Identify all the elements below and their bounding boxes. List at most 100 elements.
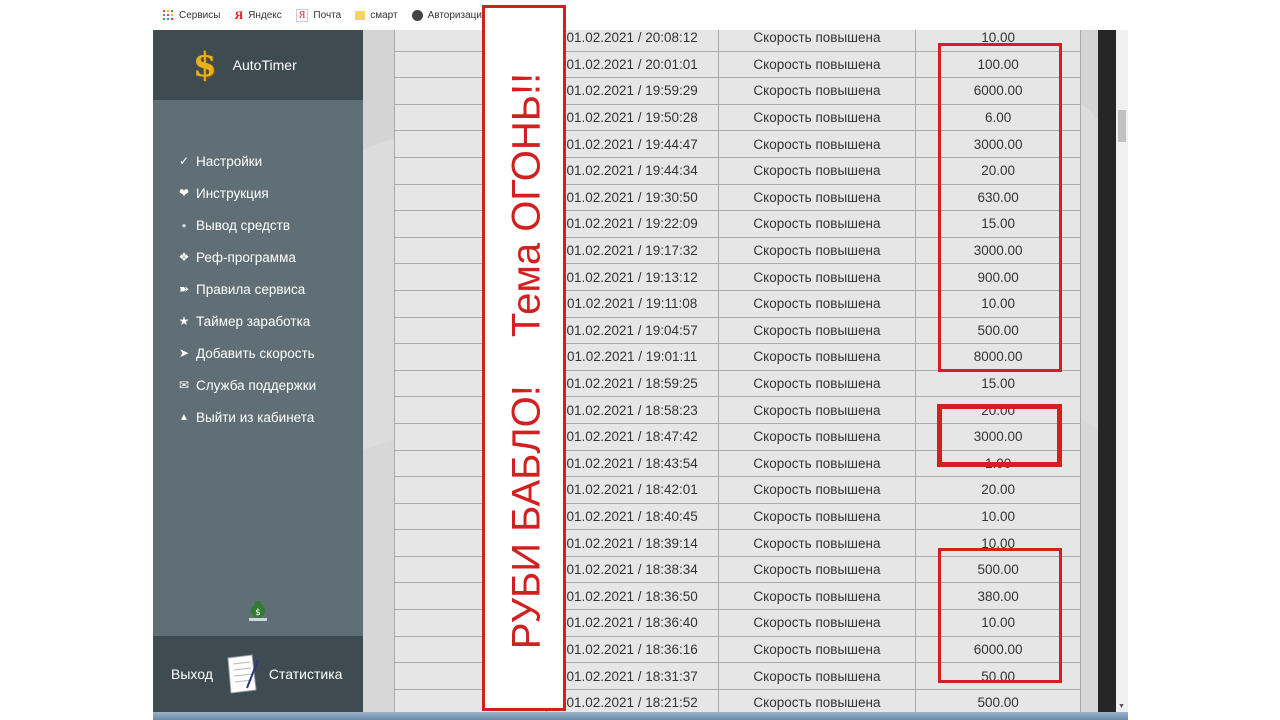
cell-datetime: 01.02.2021 / 18:36:50	[545, 582, 719, 611]
check-icon: ✓	[178, 154, 190, 168]
cell-datetime: 01.02.2021 / 18:43:54	[545, 449, 719, 478]
cell-datetime: 01.02.2021 / 19:11:08	[545, 289, 719, 318]
cell-datetime: 01.02.2021 / 19:50:28	[545, 103, 719, 132]
cell-status: Скорость повышена	[717, 449, 917, 478]
cell-status: Скорость повышена	[717, 130, 917, 158]
sidebar-item-label: Правила сервиса	[196, 281, 306, 297]
highlight-box	[937, 404, 1062, 467]
sidebar-item-add-speed[interactable]: ➤ Добавить скорость	[175, 337, 363, 369]
sidebar-item-withdraw[interactable]: ● Вывод средств	[175, 209, 363, 241]
cell-datetime: 01.02.2021 / 18:59:25	[545, 369, 719, 398]
bookmark-label: Почта	[313, 9, 342, 21]
cell-status: Скорость повышена	[717, 210, 917, 238]
bookmark-services[interactable]: Сервисы	[163, 10, 220, 21]
highlight-box	[938, 43, 1062, 372]
cell-datetime: 01.02.2021 / 19:44:47	[545, 130, 719, 158]
bookmark-auth[interactable]: Авторизация	[411, 9, 487, 21]
dot-icon: ●	[181, 220, 187, 230]
folder-icon	[355, 10, 366, 20]
scrollbar-thumb[interactable]	[1118, 110, 1126, 142]
bookmark-label: Сервисы	[179, 9, 221, 21]
dollar-icon: $	[193, 45, 217, 85]
sidebar-item-rules[interactable]: ➽ Правила сервиса	[175, 273, 363, 305]
apps-grid-icon	[163, 10, 173, 20]
scroll-down-arrow-icon[interactable]: ▼	[1118, 703, 1125, 710]
cell-status: Скорость повышена	[717, 316, 917, 345]
cell-status: Скорость повышена	[717, 422, 917, 451]
cell-status: Скорость повышена	[717, 555, 917, 584]
yandex-mail-icon: Я	[295, 8, 309, 22]
cell-datetime: 01.02.2021 / 18:42:01	[545, 476, 719, 504]
cell-status: Скорость повышена	[717, 77, 917, 105]
cell-status: Скорость повышена	[717, 183, 917, 212]
bookmarks-bar: Сервисы Я Яндекс Я Почта смарт Авторизац…	[153, 0, 1128, 30]
document-icon	[227, 654, 259, 694]
sidebar-item-label: Таймер заработка	[196, 313, 311, 329]
cell-status: Скорость повышена	[717, 263, 917, 291]
cell-datetime: 01.02.2021 / 18:39:14	[545, 529, 719, 557]
cell-status: Скорость повышена	[717, 688, 917, 712]
sidebar-menu: ✓ Настройки ❤ Инструкция ● Вывод средств ❖ Р…	[153, 100, 363, 433]
cell-amount: 20.00	[915, 476, 1081, 504]
cell-status: Скорость повышена	[717, 236, 917, 265]
exit-link[interactable]: Выход	[171, 666, 213, 682]
svg-text:$: $	[255, 608, 261, 618]
cell-datetime: 01.02.2021 / 18:58:23	[545, 396, 719, 424]
sidebar-item-instructions[interactable]: ❤ Инструкция	[175, 177, 363, 209]
banner-text-part2: Тема ОГОНЬ!!	[504, 72, 549, 338]
cell-datetime: 01.02.2021 / 18:40:45	[545, 502, 719, 531]
cell-status: Скорость повышена	[717, 396, 917, 424]
bookmark-yandex[interactable]: Я Яндекс	[234, 7, 282, 22]
cell-datetime: 01.02.2021 / 19:01:11	[545, 343, 719, 371]
cell-status: Скорость повышена	[717, 582, 917, 611]
statistics-link[interactable]: Статистика	[269, 666, 343, 682]
cell-datetime: 01.02.2021 / 19:59:29	[545, 77, 719, 105]
cell-datetime: 01.02.2021 / 18:31:37	[545, 662, 719, 690]
cell-status: Скорость повышена	[717, 156, 917, 185]
promo-banner: РУБИ БАБЛО! Тема ОГОНЬ!!	[482, 5, 566, 711]
cell-datetime: 01.02.2021 / 19:30:50	[545, 183, 719, 212]
cell-status: Скорость повышена	[717, 289, 917, 318]
cell-amount: 10.00	[915, 502, 1081, 531]
cell-amount: 500.00	[915, 688, 1081, 712]
brand-name: AutoTimer	[232, 57, 297, 73]
cell-status: Скорость повышена	[717, 103, 917, 132]
cell-amount: 15.00	[915, 369, 1081, 398]
cell-status: Скорость повышена	[717, 635, 917, 664]
bookmark-label: Яндекс	[248, 9, 282, 21]
cell-datetime: 01.02.2021 / 19:44:34	[545, 156, 719, 185]
cell-status: Скорость повышена	[717, 476, 917, 504]
cell-datetime: 01.02.2021 / 19:04:57	[545, 316, 719, 345]
star-icon: ★	[178, 314, 190, 328]
banner-text-part1: РУБИ БАБЛО!	[504, 385, 549, 650]
page-edge	[1098, 30, 1116, 712]
money-bag-icon: $	[249, 601, 267, 621]
envelope-icon: ✉	[178, 378, 190, 392]
sidebar-item-support[interactable]: ✉ Служба поддержки	[175, 369, 363, 401]
heart-icon: ❤	[178, 186, 190, 200]
yandex-icon: Я	[234, 7, 244, 22]
sidebar-footer: Выход Статистика	[153, 636, 363, 712]
send-arrow-icon: ➤	[178, 346, 190, 360]
diamond-icon: ❖	[178, 250, 190, 264]
sidebar-item-timer[interactable]: ★ Таймер заработка	[175, 305, 363, 337]
cell-datetime: 01.02.2021 / 20:01:01	[545, 50, 719, 79]
cell-datetime: 01.02.2021 / 18:38:34	[545, 555, 719, 584]
vertical-scrollbar[interactable]: ▼	[1116, 30, 1128, 712]
sidebar-item-label: Инструкция	[196, 185, 269, 201]
cell-datetime: 01.02.2021 / 18:36:16	[545, 635, 719, 664]
cell-status: Скорость повышена	[717, 50, 917, 79]
bookmark-label: смарт	[370, 9, 398, 21]
bookmark-mail[interactable]: Я Почта	[295, 8, 342, 22]
cell-status: Скорость повышена	[717, 502, 917, 531]
sidebar-item-label: Настройки	[196, 153, 263, 169]
cell-datetime: 01.02.2021 / 19:22:09	[545, 210, 719, 238]
sidebar-item-logout[interactable]: ▲ Выйти из кабинета	[175, 401, 363, 433]
sidebar: $ AutoTimer ✓ Настройки ❤ Инструкция ● Выво…	[153, 30, 363, 712]
bookmark-smart[interactable]: смарт	[355, 9, 398, 21]
cell-status: Скорость повышена	[717, 30, 917, 52]
sidebar-item-settings[interactable]: ✓ Настройки	[175, 145, 363, 177]
brand-header[interactable]: $ AutoTimer	[153, 30, 363, 100]
cell-status: Скорость повышена	[717, 662, 917, 690]
sidebar-item-referral[interactable]: ❖ Реф-программа	[175, 241, 363, 273]
